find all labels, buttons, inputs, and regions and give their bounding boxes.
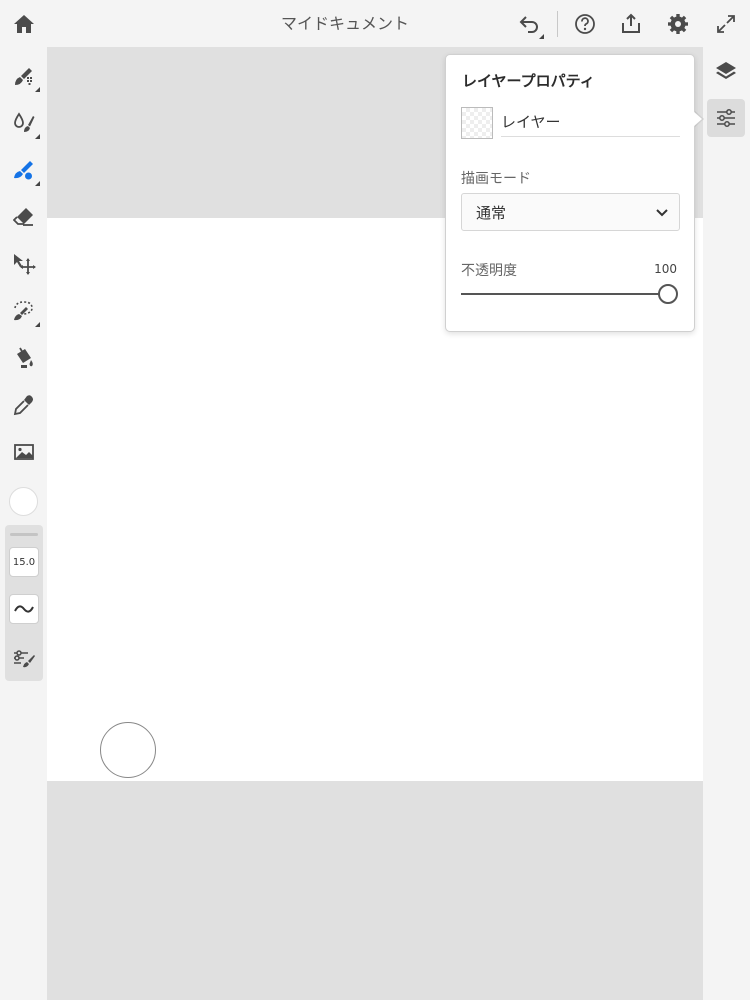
lasso-tool[interactable]: [6, 293, 42, 329]
layer-properties-button[interactable]: [707, 99, 745, 137]
layer-properties-popover: レイヤープロパティ レイヤー 描画モード 通常 不透明度 100: [445, 54, 695, 332]
fill-tool[interactable]: [6, 340, 42, 376]
fullscreen-icon: [717, 15, 735, 33]
blend-mode-label: 描画モード: [461, 171, 531, 187]
top-bar: マイドキュメント: [0, 0, 750, 47]
lasso-icon: [14, 301, 33, 321]
transform-tool[interactable]: [6, 246, 42, 282]
image-icon: [14, 444, 34, 460]
settings-button[interactable]: [662, 8, 694, 40]
panel-drag-handle[interactable]: [10, 533, 38, 536]
chevron-down-icon: [656, 209, 668, 217]
help-icon: [575, 14, 595, 34]
right-toolbar: [703, 47, 750, 1000]
help-button[interactable]: [569, 8, 601, 40]
blend-mode-select[interactable]: 通常: [461, 193, 680, 231]
tool-options-indicator: [35, 134, 40, 139]
undo-history-indicator: [539, 34, 544, 39]
opacity-value: 100: [654, 262, 677, 276]
brush-size-button[interactable]: 15.0: [9, 547, 39, 577]
opacity-label: 不透明度: [461, 263, 517, 279]
opacity-slider-track[interactable]: [461, 293, 661, 295]
smoothing-icon: [14, 605, 34, 613]
popover-title: レイヤープロパティ: [462, 72, 595, 90]
pixel-brush-icon: [15, 68, 32, 85]
undo-icon: [519, 16, 538, 33]
pixel-brush-tool[interactable]: [6, 58, 42, 94]
tool-options-indicator: [35, 87, 40, 92]
tool-options-indicator: [35, 181, 40, 186]
brush-settings-button[interactable]: [9, 643, 39, 673]
fill-icon: [17, 347, 33, 368]
layer-properties-icon: [717, 109, 735, 127]
toolbar-divider: [557, 11, 558, 37]
popover-arrow: [693, 111, 702, 127]
share-button[interactable]: [615, 8, 647, 40]
vector-brush-tool[interactable]: [6, 152, 42, 188]
eyedropper-icon: [13, 395, 33, 416]
brush-cursor: [100, 722, 156, 778]
brush-settings-panel: 15.0: [5, 525, 43, 681]
live-brush-tool[interactable]: [6, 105, 42, 141]
undo-button[interactable]: [513, 8, 545, 40]
left-toolbar: 15.0: [0, 47, 47, 1000]
brush-settings-icon: [14, 650, 35, 668]
layer-name-field[interactable]: レイヤー: [501, 107, 680, 137]
fullscreen-button[interactable]: [710, 8, 742, 40]
layers-icon: [716, 62, 736, 79]
share-icon: [622, 13, 640, 33]
blend-mode-value: 通常: [476, 204, 507, 222]
eyedropper-tool[interactable]: [6, 387, 42, 423]
vector-brush-icon: [14, 161, 33, 180]
smoothing-button[interactable]: [9, 594, 39, 624]
transform-icon: [14, 254, 36, 275]
tool-options-indicator: [35, 322, 40, 327]
image-tool[interactable]: [6, 434, 42, 470]
eraser-tool[interactable]: [6, 199, 42, 235]
eraser-icon: [13, 208, 33, 226]
layer-thumbnail: [461, 107, 493, 139]
color-swatch[interactable]: [9, 487, 38, 516]
opacity-slider-handle[interactable]: [658, 284, 678, 304]
live-brush-icon: [14, 112, 35, 132]
layers-button[interactable]: [707, 52, 745, 90]
settings-icon: [668, 14, 688, 34]
